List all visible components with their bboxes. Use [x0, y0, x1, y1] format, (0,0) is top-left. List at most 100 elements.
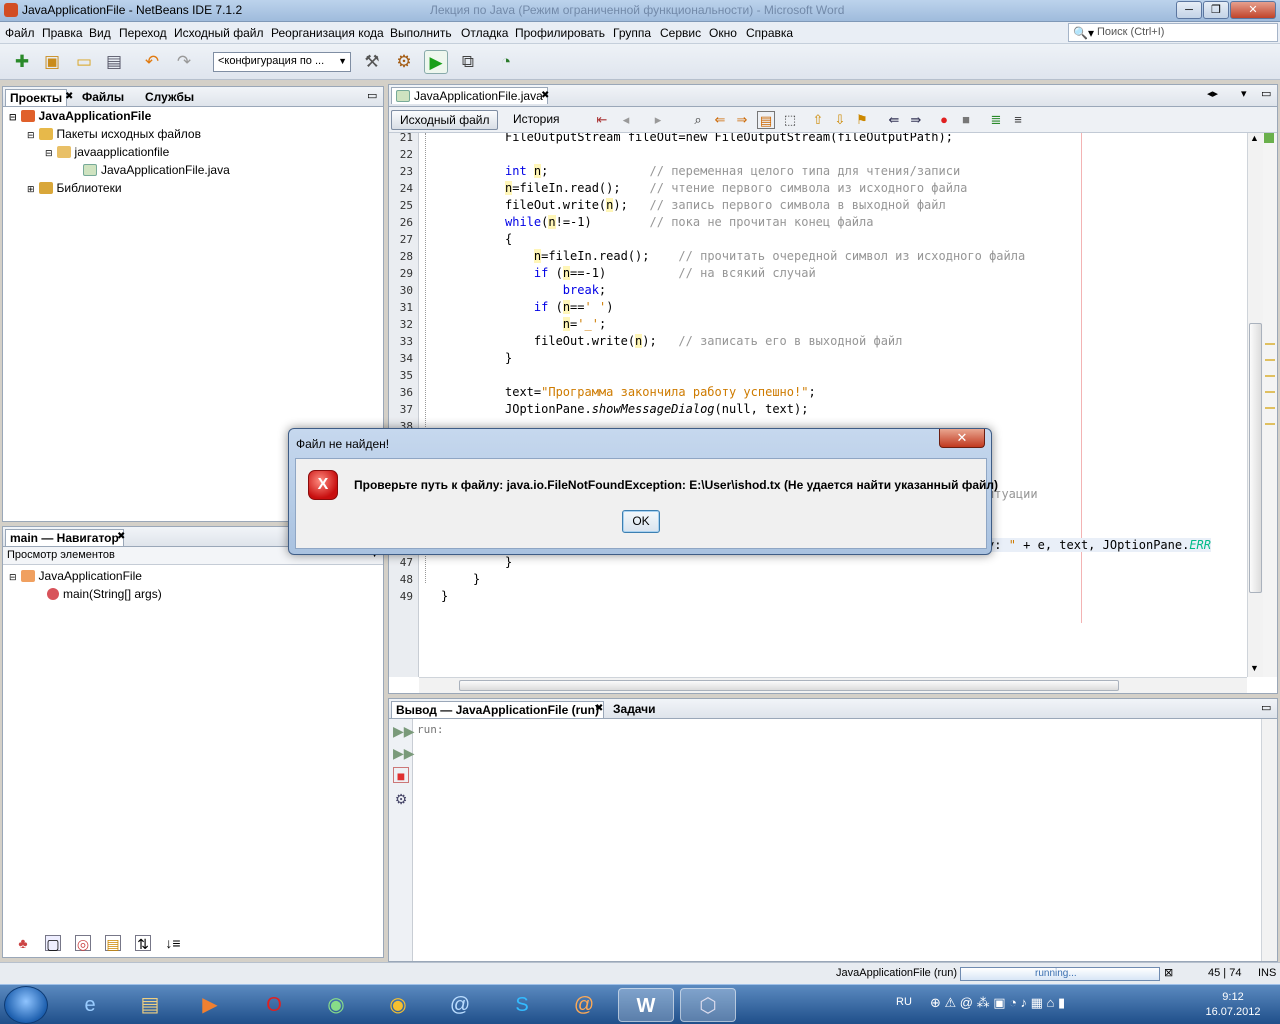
rerun-customized-icon[interactable]: ▶▶ [393, 745, 415, 761]
chromium-icon[interactable]: ◉ [308, 988, 364, 1022]
new-project-icon[interactable]: ▣ [40, 50, 64, 74]
forward-icon[interactable]: ▸ [649, 111, 667, 129]
scroll-thumb[interactable] [459, 680, 1119, 691]
prev-bookmark-icon[interactable]: ⇧ [809, 111, 827, 129]
menu-tools[interactable]: Сервис [660, 26, 701, 40]
close-tab-icon[interactable]: ✖ [117, 531, 125, 542]
menu-refactor[interactable]: Реорганизация кода [271, 26, 384, 40]
tab-tasks[interactable]: Задачи [613, 702, 656, 716]
find-prev-icon[interactable]: ⇐ [711, 111, 729, 129]
tab-projects[interactable]: Проекты [5, 89, 68, 106]
media-player-icon[interactable]: ▶ [182, 988, 238, 1022]
close-tab-icon[interactable]: ✖ [541, 90, 549, 101]
explorer-icon[interactable]: ▤ [122, 988, 178, 1022]
toggle-highlight-icon[interactable]: ▤ [757, 111, 775, 129]
minimize-panel-icon[interactable]: ▭ [1261, 701, 1271, 714]
comment-icon[interactable]: ≣ [987, 111, 1005, 129]
tree-source-packages[interactable]: ⊟ Пакеты исходных файлов [27, 127, 201, 141]
menu-profile[interactable]: Профилировать [515, 26, 605, 40]
tree-java-file[interactable]: JavaApplicationFile.java [83, 163, 230, 177]
tray-icons[interactable]: ⊕ ⚠ @ ⁂ ▣ ◔ ♪ ▦ ⌂ ▮ [930, 995, 1065, 1011]
progress-bar[interactable]: running... [960, 967, 1160, 981]
menu-window[interactable]: Окно [709, 26, 737, 40]
last-edit-icon[interactable]: ⇤ [593, 111, 611, 129]
scroll-tabs-icon[interactable]: ◂▸ [1207, 87, 1218, 100]
uncomment-icon[interactable]: ≡ [1009, 111, 1027, 129]
clock[interactable]: 9:12 16.07.2012 [1198, 990, 1268, 1020]
undo-icon[interactable]: ↶ [140, 50, 164, 74]
tab-files[interactable]: Файлы [82, 90, 124, 104]
menu-help[interactable]: Справка [746, 26, 793, 40]
redo-icon[interactable]: ↷ [172, 50, 196, 74]
quick-search[interactable]: 🔍▾ Поиск (Ctrl+I) [1068, 23, 1278, 42]
find-next-icon[interactable]: ⇒ [733, 111, 751, 129]
minimize-panel-icon[interactable]: ▭ [367, 89, 377, 102]
settings-icon[interactable]: ⚙ [393, 791, 409, 807]
shift-right-icon[interactable]: ⇛ [907, 111, 925, 129]
configuration-select[interactable]: <конфигурация по ... ▼ [213, 52, 351, 72]
menu-edit[interactable]: Правка [42, 26, 83, 40]
rerun-icon[interactable]: ▶▶ [393, 723, 415, 739]
tab-source[interactable]: Исходный файл [391, 110, 499, 130]
debug-icon[interactable]: ⧉ [456, 50, 480, 74]
filter-nonpublic-icon[interactable]: ▤ [105, 935, 121, 952]
next-bookmark-icon[interactable]: ⇩ [831, 111, 849, 129]
new-file-icon[interactable]: ✚ [10, 50, 34, 74]
back-icon[interactable]: ◂ [617, 111, 635, 129]
menu-view[interactable]: Вид [89, 26, 111, 40]
tab-output[interactable]: Вывод — JavaApplicationFile (run) [391, 701, 604, 718]
dialog-close-button[interactable]: ✕ [939, 429, 985, 448]
show-tabs-icon[interactable]: ▾ [1241, 87, 1247, 100]
stop-icon[interactable]: ■ [393, 767, 409, 784]
menu-navigate[interactable]: Переход [119, 26, 167, 40]
menu-debug[interactable]: Отладка [461, 26, 508, 40]
save-all-icon[interactable]: ▤ [102, 50, 126, 74]
editor-horizontal-scrollbar[interactable] [419, 677, 1247, 693]
scroll-down-icon[interactable]: ▼ [1250, 663, 1259, 673]
language-indicator[interactable]: RU [896, 996, 912, 1008]
close-tab-icon[interactable]: ✖ [65, 91, 73, 102]
minimize-panel-icon[interactable]: ▭ [1261, 87, 1271, 100]
open-project-icon[interactable]: ▭ [72, 50, 96, 74]
tree-project[interactable]: ⊟ JavaApplicationFile [9, 109, 151, 123]
cancel-task-icon[interactable]: ⊠ [1164, 966, 1173, 979]
shift-left-icon[interactable]: ⇚ [885, 111, 903, 129]
tree-libraries[interactable]: ⊞ Библиотеки [27, 181, 122, 195]
nav-method[interactable]: main(String[] args) [47, 587, 162, 601]
record-macro-icon[interactable]: ● [935, 111, 953, 129]
close-button[interactable]: ✕ [1230, 1, 1276, 19]
stop-macro-icon[interactable]: ■ [957, 111, 975, 129]
tab-navigator[interactable]: main — Навигатор [5, 529, 124, 546]
scroll-up-icon[interactable]: ▲ [1250, 133, 1259, 143]
word-icon[interactable]: W [618, 988, 674, 1022]
sort-name-icon[interactable]: ⇅ [135, 935, 151, 952]
minimize-button[interactable]: ─ [1176, 1, 1202, 19]
clean-build-icon[interactable]: ⚙ [392, 50, 416, 74]
tab-services[interactable]: Службы [145, 90, 194, 104]
profile-icon[interactable]: ◔ [494, 50, 518, 74]
tab-history[interactable]: История [505, 110, 568, 130]
error-stripe[interactable] [1263, 133, 1277, 677]
mail-icon[interactable]: @ [432, 988, 488, 1022]
build-icon[interactable]: ⚒ [360, 50, 384, 74]
filter-fields-icon[interactable]: ▢ [45, 935, 61, 952]
start-button[interactable] [4, 986, 48, 1024]
tab-java-file[interactable]: JavaApplicationFile.java [391, 87, 548, 104]
internet-explorer-icon[interactable]: e [62, 988, 118, 1022]
menu-run[interactable]: Выполнить [390, 26, 452, 40]
menu-team[interactable]: Группа [613, 26, 651, 40]
opera-icon[interactable]: O [246, 988, 302, 1022]
close-tab-icon[interactable]: ✖ [595, 703, 603, 714]
sort-source-icon[interactable]: ↓≡ [165, 935, 181, 951]
find-icon[interactable]: ⌕ [689, 111, 707, 129]
chrome-icon[interactable]: ◉ [370, 988, 426, 1022]
tree-package[interactable]: ⊟ javaapplicationfile [45, 145, 169, 159]
code-area[interactable]: FileOutputStream fileOut=new FileOutputS… [421, 133, 1249, 677]
maximize-button[interactable]: ❐ [1203, 1, 1229, 19]
window-titlebar[interactable]: JavaApplicationFile - NetBeans IDE 7.1.2… [0, 0, 1280, 22]
nav-class[interactable]: ⊟ JavaApplicationFile [9, 569, 142, 583]
toggle-bookmark-icon[interactable]: ⚑ [853, 111, 871, 129]
menu-file[interactable]: Файл [5, 26, 35, 40]
run-icon[interactable]: ▶ [424, 50, 448, 74]
mail-agent-icon[interactable]: @ [556, 988, 612, 1022]
